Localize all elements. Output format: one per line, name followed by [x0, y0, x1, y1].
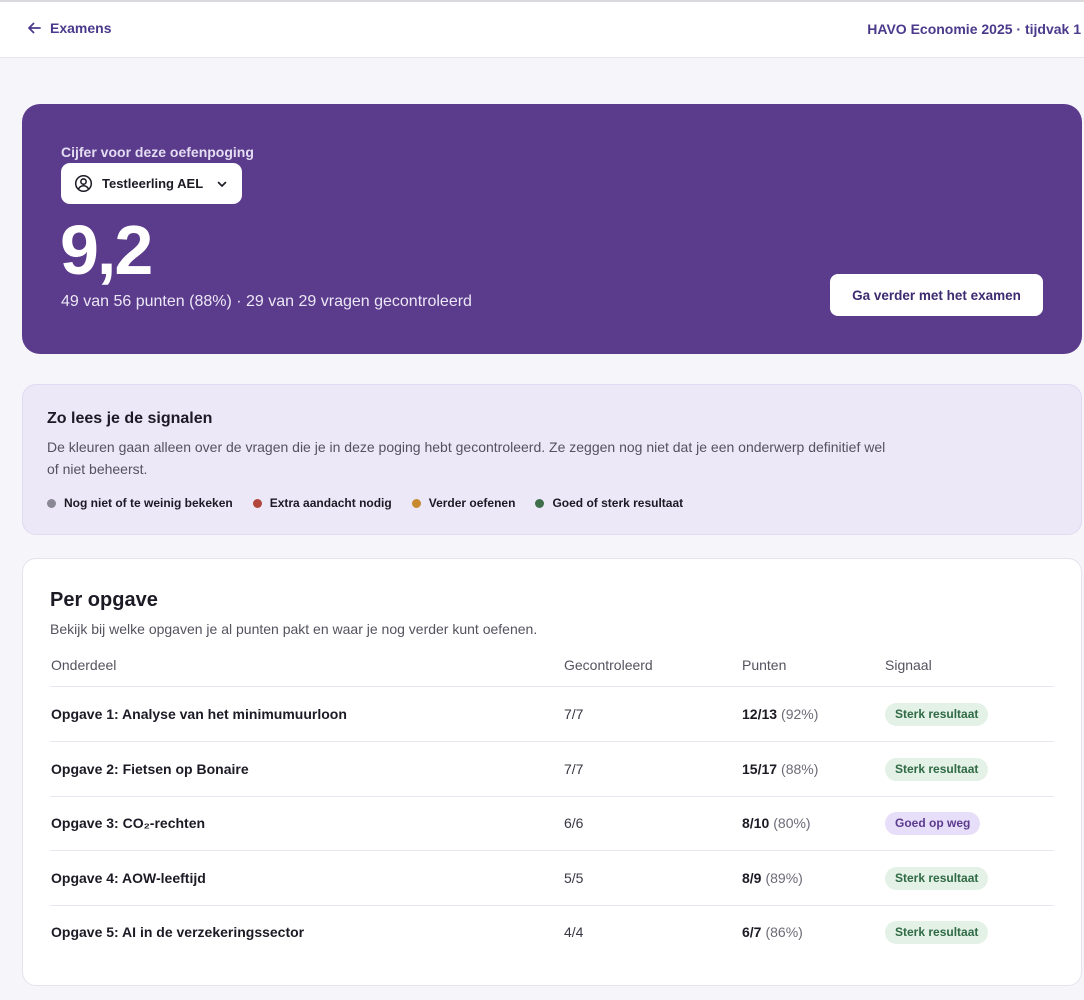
table-row[interactable]: Opgave 2: Fietsen op Bonaire 7/7 15/17 (…: [50, 742, 1054, 797]
points-cell: 8/10 (80%): [742, 796, 811, 850]
points-percent: (89%): [765, 870, 803, 886]
grade-hero-card: Cijfer voor deze oefenpoging Testleerlin…: [22, 104, 1082, 354]
points-percent: (92%): [781, 706, 819, 722]
legend-dot-green: [535, 498, 545, 508]
back-link-label: Examens: [50, 20, 112, 36]
checked-count: 7/7: [564, 706, 584, 722]
per-assignment-card: Per opgave Bekijk bij welke opgaven je a…: [22, 558, 1082, 986]
status-badge: Sterk resultaat: [885, 702, 989, 726]
assignment-name: Opgave 2: Fietsen op Bonaire: [51, 761, 249, 777]
legend-item-extra-attention: Extra aandacht nodig: [252, 496, 392, 510]
legend-description: De kleuren gaan alleen over de vragen di…: [47, 439, 886, 477]
continue-exam-button[interactable]: Ga verder met het examen: [830, 274, 1043, 316]
back-to-exams-link[interactable]: Examens: [26, 20, 111, 36]
arrow-left-icon: [28, 22, 41, 34]
signal-cell: Sterk resultaat: [885, 905, 989, 959]
assignment-name: Opgave 5: AI in de verzekeringssector: [51, 924, 305, 940]
legend-item-good-result: Goed of sterk resultaat: [535, 496, 683, 510]
legend-item-label: Extra aandacht nodig: [269, 496, 392, 510]
grade-label: Cijfer voor deze oefenpoging: [61, 144, 254, 160]
signal-legend-card: Zo lees je de signalen De kleuren gaan a…: [22, 384, 1082, 535]
legend-item-not-reviewed: Nog niet of te weinig bekeken: [47, 496, 233, 510]
column-header-points: Punten: [742, 657, 787, 673]
legend-dot-red: [252, 498, 262, 508]
table-row[interactable]: Opgave 4: AOW-leeftijd 5/5 8/9 (89%) Ste…: [50, 851, 1054, 906]
status-badge: Sterk resultaat: [885, 866, 989, 890]
status-badge: Goed op weg: [885, 811, 981, 835]
points-cell: 15/17 (88%): [742, 742, 818, 796]
table-row[interactable]: Opgave 1: Analyse van het minimumuurloon…: [50, 687, 1054, 742]
table-row[interactable]: Opgave 3: CO₂-rechten 6/6 8/10 (80%) Goe…: [50, 796, 1054, 851]
points-value: 12/13: [742, 706, 778, 722]
column-header-checked: Gecontroleerd: [564, 657, 653, 673]
points-cell: 12/13 (92%): [742, 687, 818, 741]
chevron-down-icon: [217, 181, 227, 187]
points-value: 8/9: [742, 870, 762, 886]
grade-value: 9,2: [60, 211, 153, 289]
assignment-name: Opgave 1: Analyse van het minimumuurloon: [51, 706, 347, 722]
checked-count: 7/7: [564, 761, 584, 777]
signal-cell: Sterk resultaat: [885, 687, 989, 741]
assignment-name: Opgave 3: CO₂-rechten: [51, 815, 206, 831]
status-badge: Sterk resultaat: [885, 920, 989, 944]
checked-count: 6/6: [564, 815, 584, 831]
legend-title: Zo lees je de signalen: [47, 410, 213, 427]
signal-cell: Sterk resultaat: [885, 851, 989, 905]
legend-item-practice-more: Verder oefenen: [411, 496, 516, 510]
section-subtitle: Bekijk bij welke opgaven je al punten pa…: [50, 621, 538, 637]
points-percent: (86%): [765, 924, 803, 940]
top-bar: Examens HAVO Economie 2025 · tijdvak 1: [0, 0, 1084, 58]
points-percent: (88%): [781, 761, 819, 777]
legend-item-label: Verder oefenen: [428, 496, 516, 510]
points-cell: 8/9 (89%): [742, 851, 803, 905]
column-header-part: Onderdeel: [51, 657, 117, 673]
points-value: 6/7: [742, 924, 762, 940]
points-cell: 6/7 (86%): [742, 905, 803, 959]
points-value: 8/10: [742, 815, 770, 831]
status-badge: Sterk resultaat: [885, 757, 989, 781]
legend-item-label: Goed of sterk resultaat: [552, 496, 684, 510]
assignment-name: Opgave 4: AOW-leeftijd: [51, 870, 206, 886]
checked-count: 4/4: [564, 924, 584, 940]
student-name: Testleerling AEL: [102, 176, 204, 191]
signal-cell: Sterk resultaat: [885, 742, 989, 796]
points-value: 15/17: [742, 761, 778, 777]
column-header-signal: Signaal: [885, 657, 932, 673]
points-percent: (80%): [773, 815, 811, 831]
checked-count: 5/5: [564, 870, 584, 886]
legend-dot-orange: [411, 498, 421, 508]
legend-dot-grey: [47, 498, 56, 508]
legend-items: Nog niet of te weinig bekeken Extra aand…: [47, 496, 683, 510]
score-summary: 49 van 56 punten (88%) · 29 van 29 vrage…: [61, 293, 472, 310]
user-circle-icon: [74, 174, 93, 193]
student-select-dropdown[interactable]: Testleerling AEL: [61, 163, 242, 204]
signal-cell: Goed op weg: [885, 796, 981, 850]
table-row[interactable]: Opgave 5: AI in de verzekeringssector 4/…: [50, 905, 1054, 960]
exam-title: HAVO Economie 2025 · tijdvak 1: [867, 21, 1081, 37]
section-title: Per opgave: [50, 589, 158, 611]
legend-item-label: Nog niet of te weinig bekeken: [64, 496, 233, 510]
